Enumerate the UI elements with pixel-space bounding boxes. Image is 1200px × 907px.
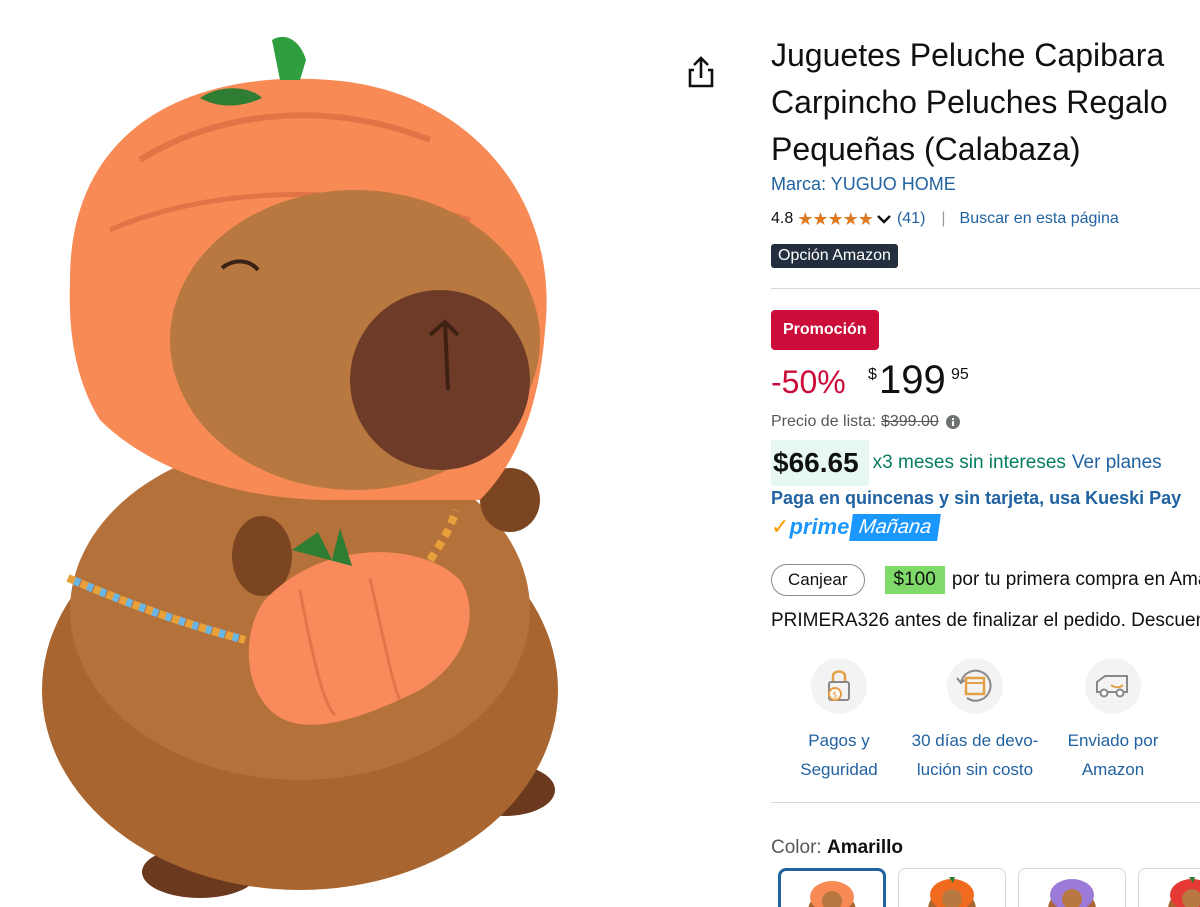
brand-link[interactable]: Marca: YUGUO HOME [771,174,956,195]
product-title-line-1: Juguetes Peluche Capibara [771,37,1165,73]
price-currency: $ [868,366,877,383]
divider [771,802,1200,803]
feature-shipped-by-amazon[interactable]: Enviado por Amazon [1043,658,1183,784]
feature-secure-payment[interactable]: $ Pagos y Seguridad [771,658,909,784]
installment-row: $66.65 x3 meses sin intereses Ver planes [771,440,1162,486]
svg-text:$: $ [832,691,838,701]
separator: | [941,210,946,227]
share-button[interactable] [684,54,718,92]
prime-logo: prime [789,514,850,539]
coupon-row: Canjear $100 por tu primera compra en Am… [771,562,1200,598]
swatch-thumbnail [928,877,976,907]
promo-badge: Promoción [771,310,879,350]
feature-label-line-2: Amazon [1081,760,1145,779]
view-plans-link[interactable]: Ver planes [1072,452,1162,474]
price-whole: 199 [879,358,946,402]
divider [771,288,1200,289]
capybara-plush-illustration [42,36,558,898]
star-rating-icon[interactable]: ★★★★★ [797,209,874,230]
amazon-choice-badge[interactable]: Opción Amazon [771,244,898,268]
color-swatch-morado[interactable] [1018,868,1126,907]
feature-label-line-1: 30 días de devo- [911,731,1039,750]
price-cents: 95 [951,366,969,383]
review-count-link[interactable]: (41) [897,210,925,228]
swatch-thumbnail [1168,877,1200,907]
return-box-icon [947,658,1003,714]
kueski-pay-link[interactable]: Paga en quincenas y sin tarjeta, usa Kue… [771,488,1181,509]
secure-payment-icon: $ [811,658,867,714]
coupon-text: por tu primera compra en Amazon [951,569,1200,590]
delivery-truck-icon [1085,658,1141,714]
info-icon[interactable] [945,414,961,430]
prime-delivery-row: ✓ prime Mañana [771,510,942,544]
coupon-code-text: PRIMERA326 antes de finalizar el pedido.… [771,610,1200,631]
prime-check-icon: ✓ [771,514,790,539]
color-selector-label: Color: Amarillo [771,837,903,859]
product-title-line-3: Pequeñas (Calabaza) [771,131,1081,167]
color-label: Color: [771,837,822,858]
search-on-page-link[interactable]: Buscar en esta página [960,210,1119,228]
chevron-down-icon[interactable] [875,212,893,226]
redeem-button[interactable]: Canjear [771,564,865,596]
share-icon [688,56,714,88]
feature-free-returns[interactable]: 30 días de devo- lución sin costo [905,658,1045,784]
prime-delivery-badge: Mañana [849,513,942,541]
list-price-row: Precio de lista: $399.00 [771,413,961,431]
coupon-amount-badge: $100 [884,566,945,594]
product-info-panel: Juguetes Peluche Capibara Carpincho Pelu… [771,0,1200,907]
rating-value: 4.8 [771,210,794,227]
feature-label-line-1: Pagos y [808,731,870,750]
feature-label-line-2: Seguridad [800,760,878,779]
product-title-line-2: Carpincho Peluches Regalo [771,84,1168,120]
discount-percent: -50% [771,364,846,400]
swatch-thumbnail [808,881,856,907]
selected-color-value: Amarillo [826,837,903,858]
swatch-thumbnail [1048,879,1096,907]
rating-row: 4.8 ★★★★★ (41) | Buscar en esta página [771,208,1119,230]
color-swatch-amarillo[interactable] [778,868,886,907]
product-image[interactable] [0,0,660,907]
color-swatch-naranja[interactable] [898,868,1006,907]
feature-label-line-2: lución sin costo [916,760,1034,779]
color-swatch-rojo[interactable] [1138,868,1200,907]
feature-label-line-1: Enviado por [1067,731,1159,750]
list-price-value: $399.00 [880,413,939,430]
installment-amount: $66.65 [771,440,869,486]
list-price-label: Precio de lista: [771,413,876,430]
installment-text: x3 meses sin intereses [872,452,1066,473]
